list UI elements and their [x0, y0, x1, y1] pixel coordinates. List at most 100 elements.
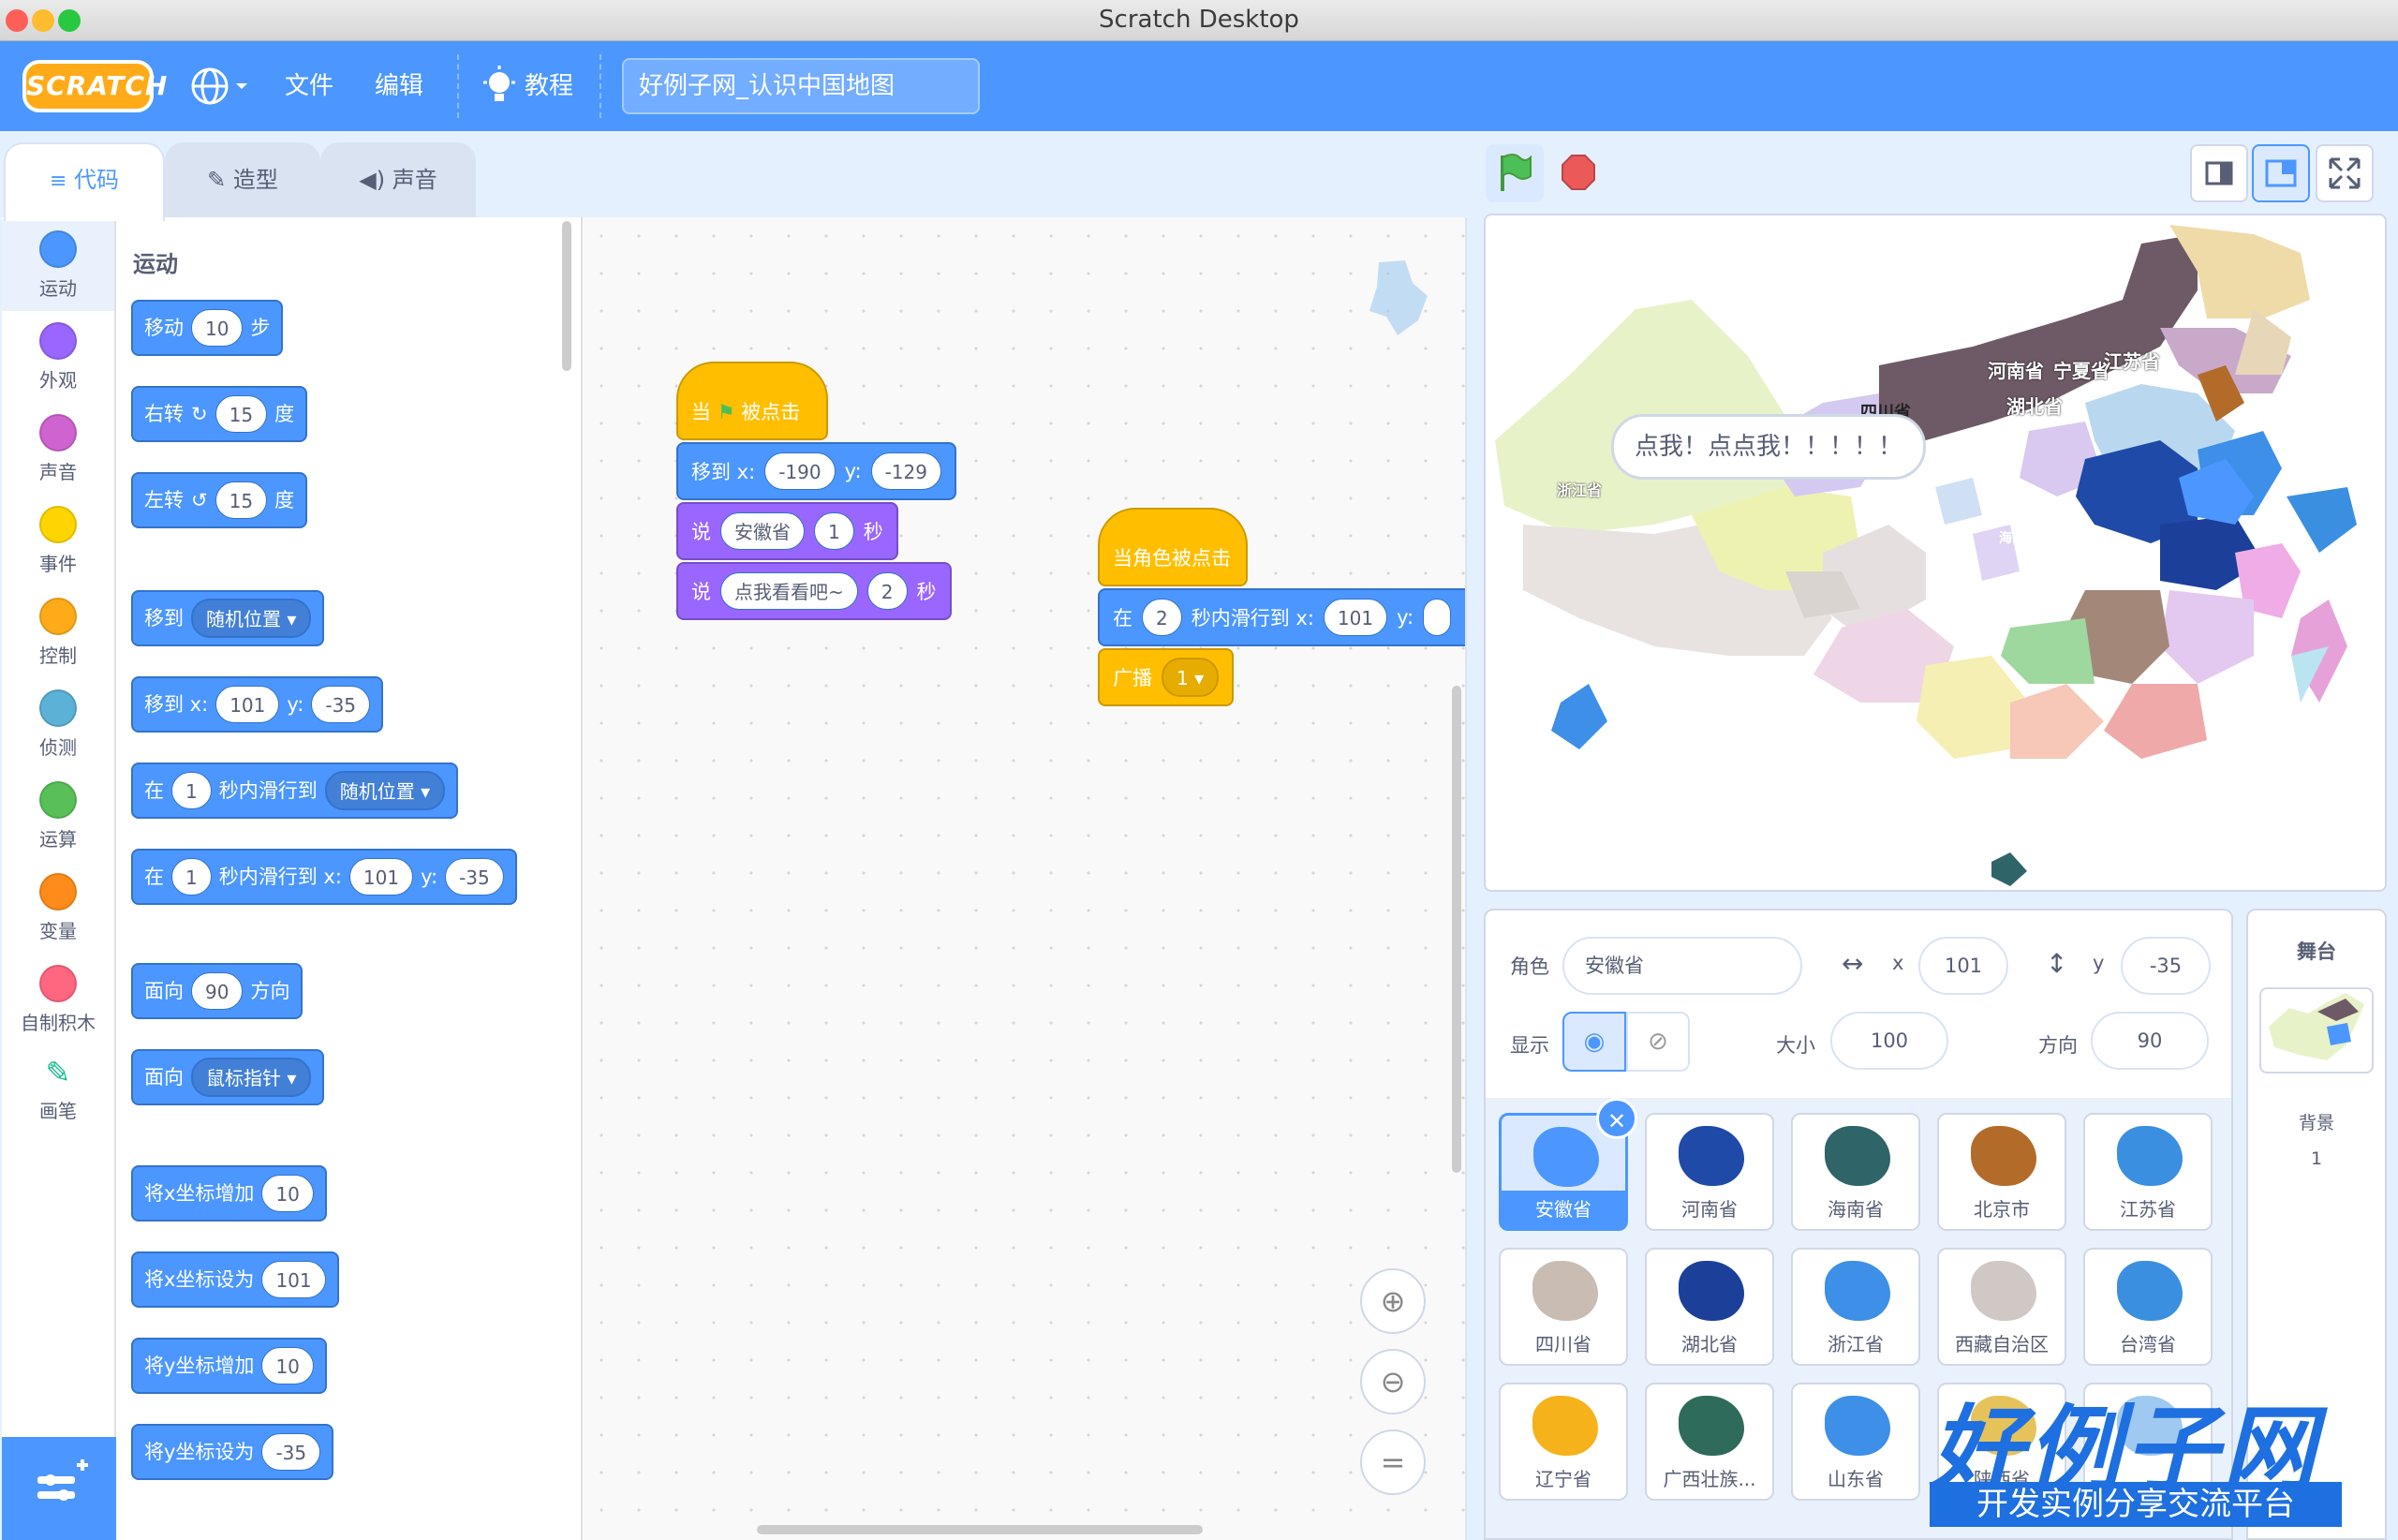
towards-dropdown[interactable]: 鼠标指针 ▾	[191, 1058, 312, 1097]
change-x-block[interactable]: 将x坐标增加 10	[131, 1165, 327, 1222]
seconds-input[interactable]: 2	[1142, 599, 1182, 636]
sprite-tile[interactable]: 北京市	[1937, 1113, 2066, 1231]
y-input[interactable]: -35	[445, 858, 504, 896]
degrees-input[interactable]: 15	[215, 481, 268, 519]
stop-button[interactable]	[1549, 144, 1607, 202]
x-input[interactable]: -190	[764, 452, 836, 490]
say-for-secs-block[interactable]: 说安徽省 1 秒	[676, 502, 898, 560]
goto-xy-block[interactable]: 移到 x: -190 y: -129	[676, 442, 956, 500]
zoom-out-button[interactable]: ⊖	[1360, 1349, 1426, 1414]
glide-xy-block[interactable]: 在 2 秒内滑行到 x: 101 y:	[1098, 588, 1465, 646]
when-flag-clicked-block[interactable]: 当 ⚑ 被点击	[676, 362, 828, 440]
sprite-tile[interactable]: 西藏自治区	[1937, 1248, 2066, 1366]
stage-thumbnail[interactable]	[2259, 987, 2374, 1074]
x-input[interactable]: 101	[348, 858, 414, 896]
stage-canvas[interactable]: 河南省 湖北省 宁夏省 江苏省 四川省 浙江省 海南 点我！点点我！！！！！	[1484, 214, 2387, 892]
x-input[interactable]: 101	[215, 686, 280, 723]
file-menu[interactable]: 文件	[285, 41, 333, 131]
seconds-input[interactable]: 1	[171, 858, 212, 896]
y-input[interactable]: -35	[2121, 937, 2211, 995]
hide-sprite-button[interactable]: ⊘	[1626, 1012, 1690, 1072]
x-input[interactable]: 101	[1918, 937, 2008, 995]
workspace-horizontal-scrollbar[interactable]	[757, 1525, 1203, 1534]
dx-input[interactable]: 10	[261, 1175, 314, 1212]
category-sensing[interactable]: 侦测	[2, 678, 114, 770]
category-looks[interactable]: 外观	[2, 311, 114, 403]
x-input[interactable]: 101	[261, 1261, 326, 1298]
zoom-reset-button[interactable]: =	[1360, 1429, 1426, 1495]
sprite-name-input[interactable]: 安徽省	[1562, 937, 1802, 995]
sprite-tile[interactable]: 海南省	[1791, 1113, 1920, 1231]
y-input[interactable]	[1423, 599, 1452, 636]
goto-block[interactable]: 移到 随机位置 ▾	[131, 590, 325, 646]
broadcast-block[interactable]: 广播 1 ▾	[1098, 648, 1235, 706]
add-extension-button[interactable]	[2, 1437, 116, 1540]
language-menu[interactable]	[187, 41, 253, 131]
sprite-tile[interactable]: 浙江省	[1791, 1248, 1920, 1366]
broadcast-message-dropdown[interactable]: 1 ▾	[1162, 658, 1220, 697]
sprite-tile[interactable]: 山东省	[1791, 1383, 1920, 1501]
tutorials-menu[interactable]: 教程	[481, 41, 573, 131]
sprite-tile[interactable]: 江苏省	[2083, 1113, 2213, 1231]
seconds-input[interactable]: 2	[866, 572, 908, 610]
y-input[interactable]: -129	[870, 452, 941, 490]
turn-left-block[interactable]: 左转 ↺ 15 度	[131, 472, 308, 528]
scratch-logo[interactable]: SCRATCH	[22, 60, 167, 112]
sprite-tile[interactable]: 辽宁省	[1499, 1383, 1628, 1501]
workspace-vertical-scrollbar[interactable]	[1452, 686, 1461, 1173]
category-operators[interactable]: 运算	[2, 770, 114, 862]
small-stage-button[interactable]	[2190, 144, 2248, 202]
edit-menu[interactable]: 编辑	[375, 41, 423, 131]
category-motion[interactable]: 运动	[2, 219, 114, 311]
point-towards-block[interactable]: 面向 鼠标指针 ▾	[131, 1049, 325, 1105]
turn-right-block[interactable]: 右转 ↻ 15 度	[131, 386, 308, 442]
green-flag-button[interactable]	[1486, 144, 1544, 202]
set-y-block[interactable]: 将y坐标设为 -35	[131, 1424, 334, 1480]
goto-target-dropdown[interactable]: 随机位置 ▾	[191, 599, 312, 638]
seconds-input[interactable]: 1	[814, 512, 854, 550]
category-my-blocks[interactable]: 自制积木	[2, 954, 114, 1045]
dy-input[interactable]: 10	[261, 1347, 314, 1385]
sprite-tile[interactable]: 河南省	[1645, 1113, 1774, 1231]
project-title-input[interactable]: 好例子网_认识中国地图	[622, 58, 980, 114]
script-workspace[interactable]: 当 ⚑ 被点击 移到 x: -190 y: -129 说安徽省 1 秒 说点我看看吧~ 2 秒…	[583, 217, 1467, 1540]
sprite-tile[interactable]: 湖北省	[1645, 1248, 1774, 1366]
seconds-input[interactable]: 1	[171, 772, 212, 809]
y-input[interactable]: -35	[311, 686, 371, 723]
tab-costumes[interactable]: ✎ 造型	[165, 142, 320, 219]
set-x-block[interactable]: 将x坐标设为 101	[131, 1251, 339, 1308]
when-sprite-clicked-block[interactable]: 当角色被点击	[1098, 508, 1248, 586]
category-control[interactable]: 控制	[2, 586, 114, 678]
palette-scrollbar[interactable]	[562, 221, 571, 371]
message-input[interactable]: 点我看看吧~	[720, 572, 858, 610]
y-input[interactable]: -35	[261, 1433, 321, 1471]
tab-code[interactable]: ≡ 代码	[4, 142, 165, 221]
glide-xy-block[interactable]: 在 1 秒内滑行到 x: 101 y: -35	[131, 849, 517, 905]
point-direction-block[interactable]: 面向 90 方向	[131, 963, 303, 1019]
normal-stage-button[interactable]	[2252, 144, 2310, 202]
move-steps-block[interactable]: 移动 10 步	[131, 300, 284, 356]
category-pen[interactable]: ✎ 画笔	[2, 1045, 114, 1137]
category-events[interactable]: 事件	[2, 495, 114, 586]
sprite-tile[interactable]: 广西壮族...	[1645, 1383, 1774, 1501]
goto-xy-block[interactable]: 移到 x: 101 y: -35	[131, 676, 384, 733]
direction-input[interactable]: 90	[191, 972, 244, 1010]
sprite-tile[interactable]: 四川省	[1499, 1248, 1628, 1366]
tab-sounds[interactable]: ◀) 声音	[320, 142, 476, 219]
category-sound[interactable]: 声音	[2, 403, 114, 495]
degrees-input[interactable]: 15	[215, 395, 268, 433]
glide-to-block[interactable]: 在 1 秒内滑行到 随机位置 ▾	[131, 763, 459, 819]
show-sprite-button[interactable]: ◉	[1562, 1012, 1626, 1072]
delete-sprite-button[interactable]: ✕	[1596, 1098, 1637, 1139]
direction-input[interactable]: 90	[2091, 1012, 2209, 1070]
glide-target-dropdown[interactable]: 随机位置 ▾	[324, 771, 446, 810]
change-y-block[interactable]: 将y坐标增加 10	[131, 1338, 327, 1394]
x-input[interactable]: 101	[1323, 599, 1388, 636]
say-for-secs-block[interactable]: 说点我看看吧~ 2 秒	[676, 562, 952, 620]
size-input[interactable]: 100	[1830, 1012, 1948, 1070]
zoom-in-button[interactable]: ⊕	[1360, 1268, 1426, 1334]
fullscreen-button[interactable]	[2316, 144, 2374, 202]
category-variables[interactable]: 变量	[2, 862, 114, 954]
steps-input[interactable]: 10	[191, 309, 244, 347]
message-input[interactable]: 安徽省	[720, 512, 805, 550]
